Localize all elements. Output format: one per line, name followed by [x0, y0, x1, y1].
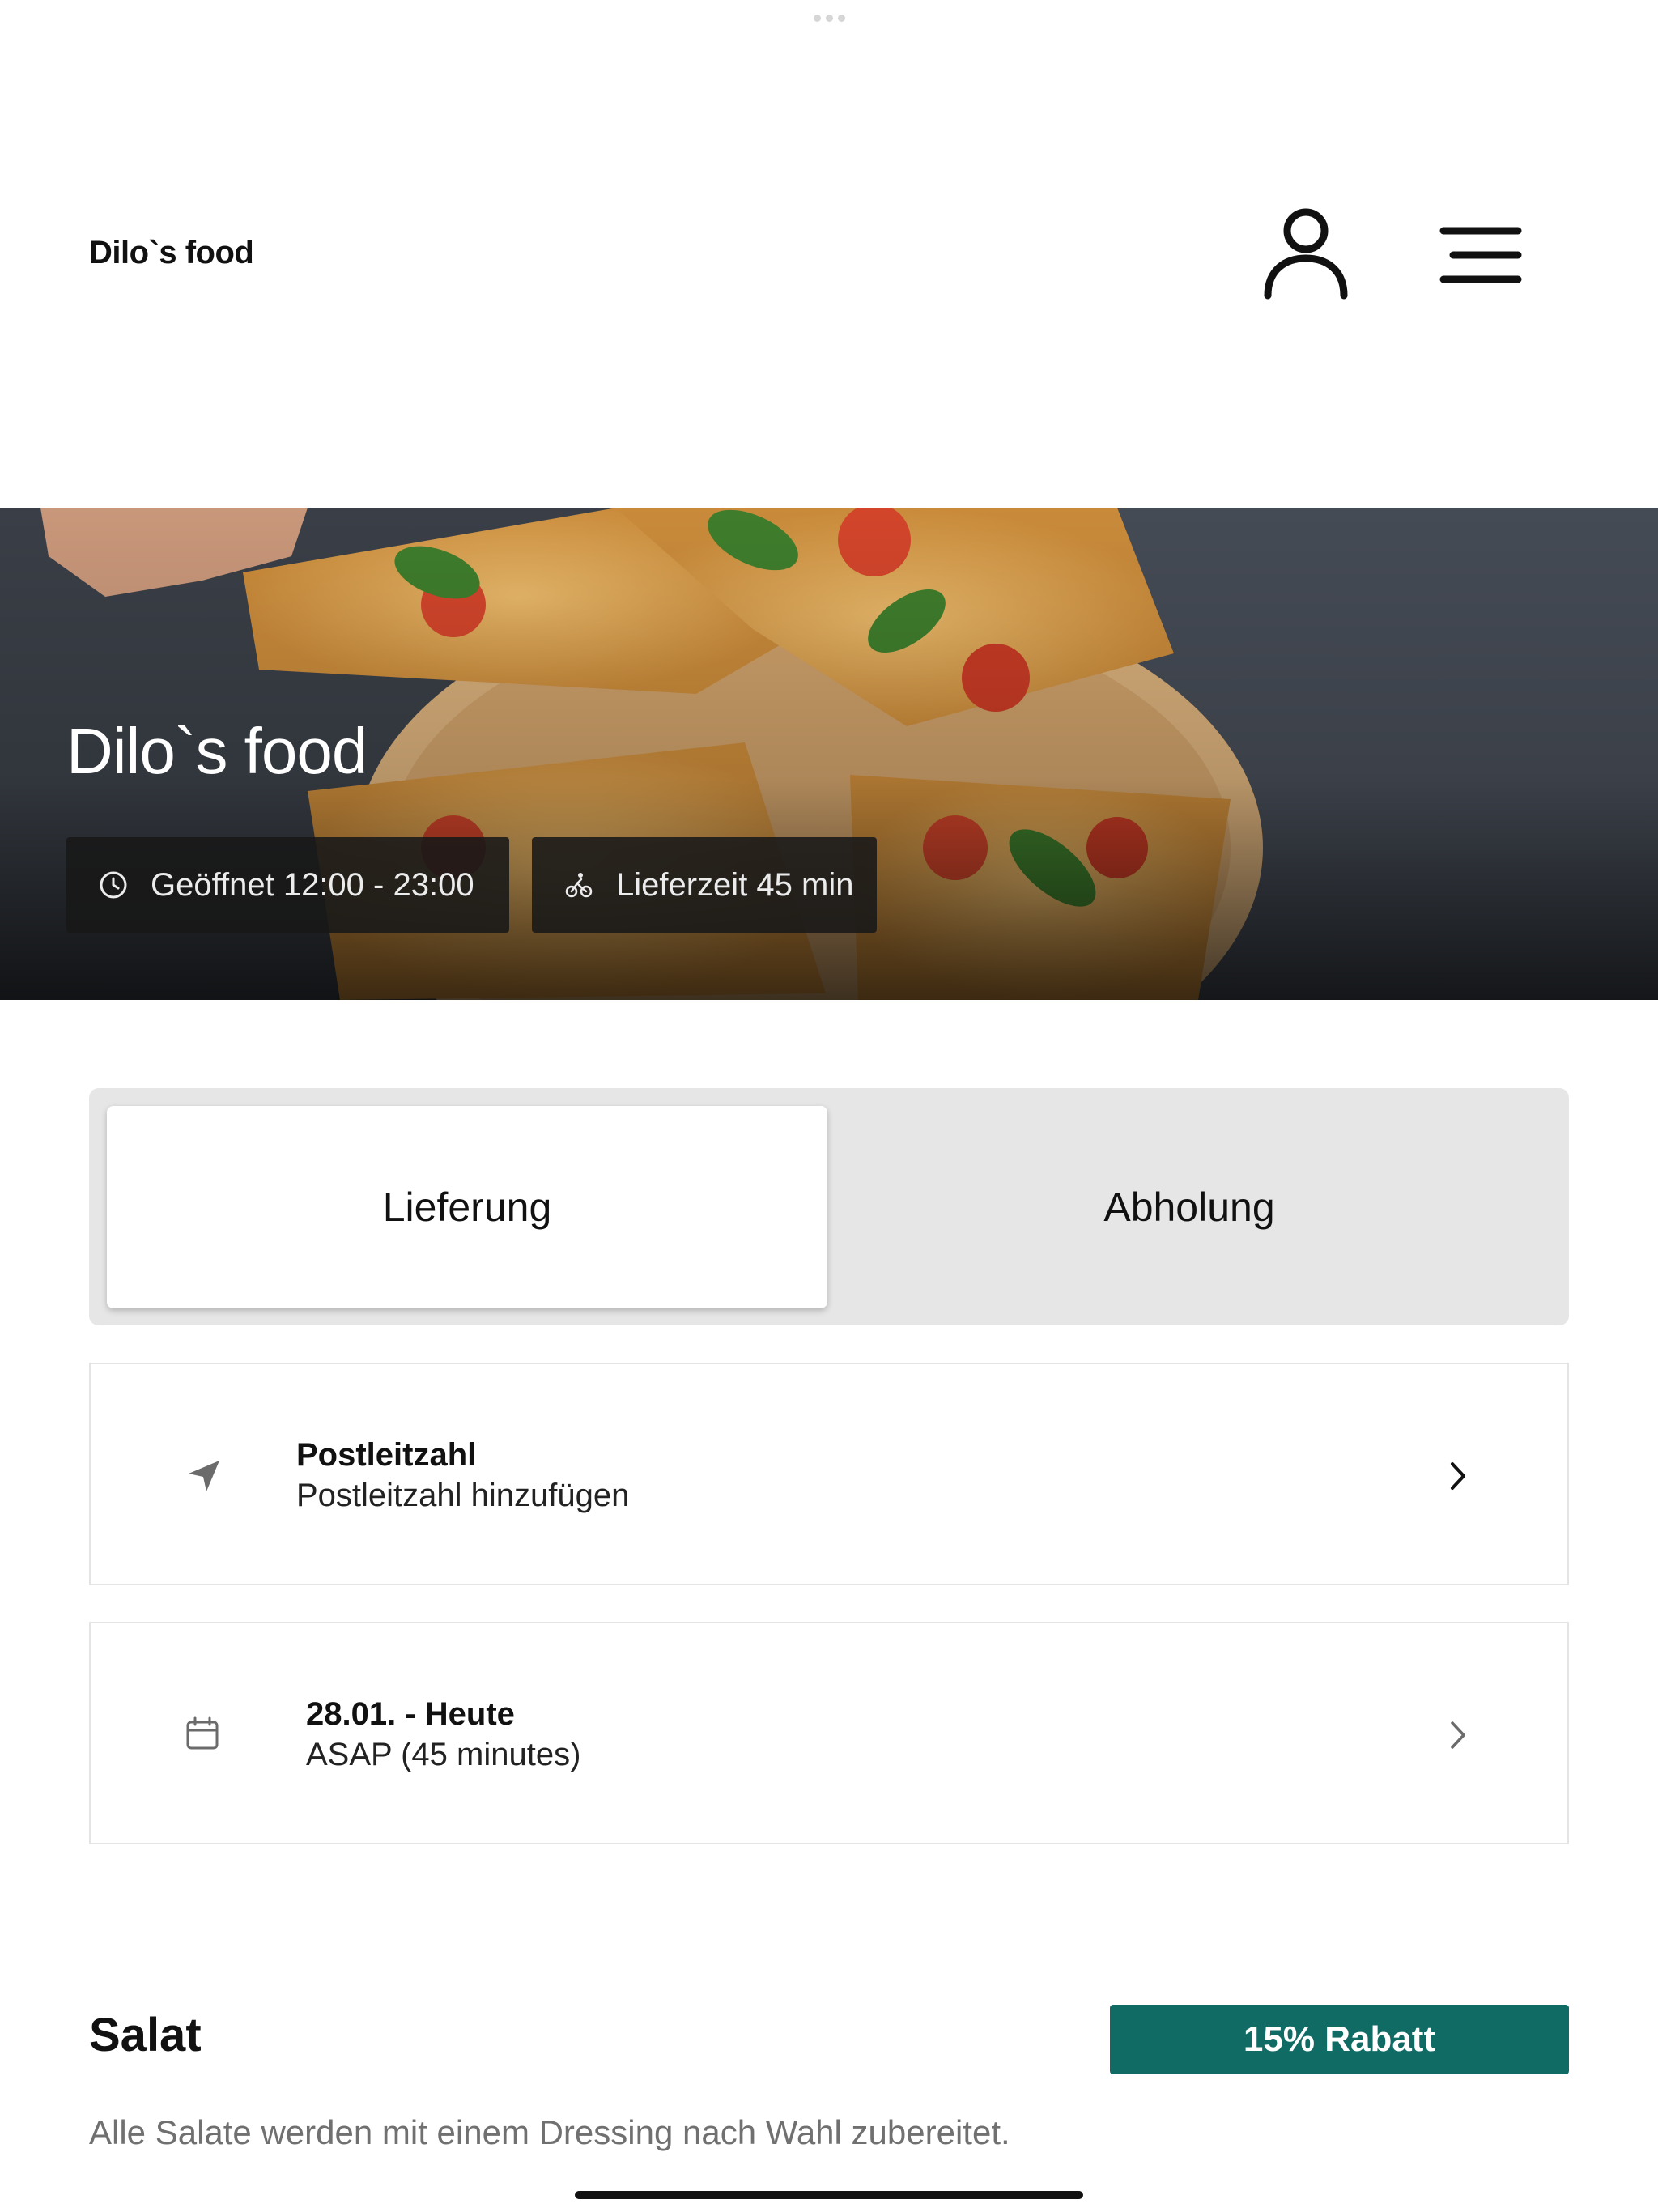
order-mode-switch: Lieferung Abholung	[89, 1088, 1569, 1325]
postcode-title: Postleitzahl	[296, 1437, 477, 1473]
delivery-time-text: Lieferzeit 45 min	[616, 866, 854, 903]
user-icon	[1264, 208, 1347, 300]
hero-banner: Dilo`s food Geöffnet 12:00 - 23:00 Liefe…	[0, 508, 1658, 1000]
location-arrow-icon	[180, 1452, 228, 1500]
multitasking-indicator[interactable]	[813, 15, 845, 23]
section-title: Salat	[89, 2009, 202, 2061]
tab-delivery[interactable]: Lieferung	[107, 1106, 827, 1308]
opening-hours-text: Geöffnet 12:00 - 23:00	[151, 866, 474, 903]
chevron-right-icon	[1438, 1711, 1478, 1759]
discount-badge: 15% Rabatt	[1110, 2005, 1569, 2074]
account-button[interactable]	[1259, 206, 1352, 300]
tab-pickup[interactable]: Abholung	[827, 1106, 1551, 1308]
menu-button[interactable]	[1433, 219, 1530, 291]
home-indicator[interactable]	[575, 2191, 1083, 2199]
hamburger-menu-icon	[1439, 227, 1522, 283]
delivery-date-card[interactable]: 28.01. - Heute ASAP (45 minutes)	[89, 1622, 1569, 1844]
calendar-icon	[178, 1709, 227, 1758]
delivery-date-title: 28.01. - Heute	[306, 1696, 515, 1732]
clock-icon	[97, 869, 130, 901]
delivery-date-subtitle: ASAP (45 minutes)	[306, 1737, 581, 1772]
opening-hours-chip: Geöffnet 12:00 - 23:00	[66, 837, 509, 933]
chevron-right-icon	[1438, 1452, 1478, 1500]
bicycle-icon	[563, 869, 595, 901]
section-description: Alle Salate werden mit einem Dressing na…	[89, 2113, 1010, 2151]
delivery-time-chip: Lieferzeit 45 min	[532, 837, 877, 933]
postcode-card[interactable]: Postleitzahl Postleitzahl hinzufügen	[89, 1363, 1569, 1585]
postcode-subtitle: Postleitzahl hinzufügen	[296, 1478, 630, 1513]
brand-name: Dilo`s food	[89, 235, 254, 270]
hero-title: Dilo`s food	[66, 715, 368, 787]
